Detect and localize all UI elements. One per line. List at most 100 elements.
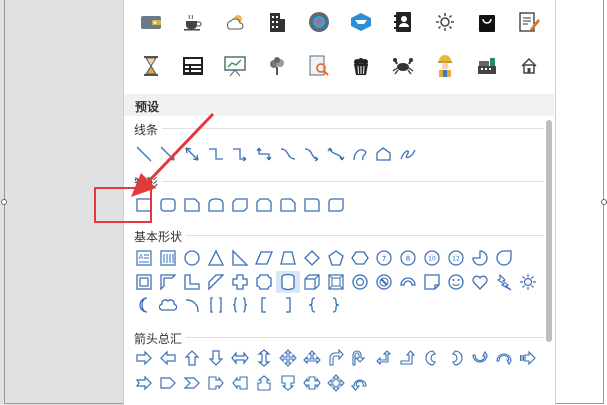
curved-double-arrow-connector-shape[interactable] — [324, 143, 348, 165]
donut-shape[interactable] — [348, 271, 372, 293]
u-turn-arrow-shape[interactable] — [348, 347, 372, 369]
coffee-cup-icon[interactable] — [172, 4, 214, 40]
sun-shape[interactable] — [516, 271, 540, 293]
curved-down-arrow-shape[interactable] — [492, 347, 516, 369]
bevel-shape[interactable] — [324, 271, 348, 293]
left-bracket-shape[interactable] — [252, 294, 276, 316]
left-up-arrow-shape[interactable] — [372, 347, 396, 369]
round-single-corner-rectangle-shape[interactable] — [300, 194, 324, 216]
double-brace-shape[interactable] — [228, 294, 252, 316]
rounded-rectangle-shape[interactable] — [156, 194, 180, 216]
snip-same-side-corner-rectangle-shape[interactable] — [252, 194, 276, 216]
popcorn-icon[interactable] — [340, 48, 382, 84]
up-down-arrow-shape[interactable] — [252, 347, 276, 369]
pentagon-shape[interactable] — [324, 247, 348, 269]
sale-sign-icon[interactable] — [172, 48, 214, 84]
isosceles-triangle-shape[interactable] — [204, 247, 228, 269]
curved-arrow-connector-shape[interactable] — [300, 143, 324, 165]
lightning-bolt-shape[interactable] — [492, 271, 516, 293]
oval-shape[interactable] — [180, 247, 204, 269]
diamond-shape[interactable] — [300, 247, 324, 269]
contact-card-icon[interactable] — [382, 4, 424, 40]
moon-shape[interactable] — [132, 294, 156, 316]
hourglass-icon[interactable] — [130, 48, 172, 84]
wallet-icon[interactable] — [130, 4, 172, 40]
striped-right-arrow-shape[interactable] — [516, 347, 540, 369]
elbow-double-arrow-connector-shape[interactable] — [252, 143, 276, 165]
down-arrow-callout-shape[interactable] — [276, 372, 300, 394]
heart-shape[interactable] — [468, 271, 492, 293]
left-arrow-shape[interactable] — [156, 347, 180, 369]
crab-icon[interactable] — [382, 48, 424, 84]
up-arrow-callout-shape[interactable] — [252, 372, 276, 394]
right-bracket-shape[interactable] — [276, 294, 300, 316]
sun-icon[interactable] — [424, 4, 466, 40]
office-building-icon[interactable] — [256, 4, 298, 40]
l-shape[interactable] — [180, 271, 204, 293]
shopping-bag-icon[interactable] — [466, 4, 508, 40]
house-icon[interactable] — [508, 48, 550, 84]
notched-right-arrow-shape[interactable] — [132, 372, 156, 394]
worker-icon[interactable] — [424, 48, 466, 84]
down-arrow-shape[interactable] — [204, 347, 228, 369]
bent-arrow-shape[interactable] — [324, 347, 348, 369]
up-arrow-shape[interactable] — [180, 347, 204, 369]
curved-connector-shape[interactable] — [276, 143, 300, 165]
plus-shape[interactable] — [228, 271, 252, 293]
right-brace-shape[interactable] — [324, 294, 348, 316]
teardrop-shape[interactable] — [492, 247, 516, 269]
tree-icon[interactable] — [256, 48, 298, 84]
line-double-arrow-shape[interactable] — [180, 143, 204, 165]
parallelogram-shape[interactable] — [252, 247, 276, 269]
gallery-scrollbar[interactable] — [546, 120, 552, 342]
edit-document-icon[interactable] — [508, 4, 550, 40]
presentation-chart-icon[interactable] — [214, 48, 256, 84]
dodecagon-shape[interactable]: 12 — [444, 247, 468, 269]
curved-up-arrow-shape[interactable] — [468, 347, 492, 369]
left-right-arrow-callout-shape[interactable] — [300, 372, 324, 394]
right-arrow-callout-shape[interactable] — [204, 372, 228, 394]
right-arrow-shape[interactable] — [132, 347, 156, 369]
trapezoid-shape[interactable] — [276, 247, 300, 269]
vertical-text-box-shape[interactable] — [156, 247, 180, 269]
round-top-rectangle-shape[interactable] — [204, 194, 228, 216]
round-diagonal-corner-rectangle-shape[interactable] — [324, 194, 348, 216]
vinyl-record-icon[interactable] — [298, 4, 340, 40]
pie-shape[interactable] — [468, 247, 492, 269]
double-bracket-shape[interactable] — [204, 294, 228, 316]
weather-icon[interactable] — [214, 4, 256, 40]
half-frame-shape[interactable] — [156, 271, 180, 293]
smiley-face-shape[interactable] — [444, 271, 468, 293]
resize-handle-left[interactable] — [1, 199, 7, 205]
elbow-connector-shape[interactable] — [204, 143, 228, 165]
cloud-shape[interactable] — [156, 294, 180, 316]
snip-single-corner-rectangle-shape[interactable] — [180, 194, 204, 216]
cube-shape[interactable] — [300, 271, 324, 293]
pentagon-arrow-shape[interactable] — [156, 372, 180, 394]
resize-handle-right[interactable] — [601, 199, 607, 205]
cube-badge-icon[interactable] — [340, 4, 382, 40]
heptagon-shape[interactable]: 7 — [372, 247, 396, 269]
curved-left-arrow-shape[interactable] — [444, 347, 468, 369]
plaque-shape[interactable] — [252, 271, 276, 293]
block-arc-shape[interactable] — [396, 271, 420, 293]
decagon-shape[interactable]: 10 — [420, 247, 444, 269]
folded-corner-shape[interactable] — [420, 271, 444, 293]
can-shape[interactable] — [276, 271, 300, 293]
quad-arrow-shape[interactable] — [276, 347, 300, 369]
octagon-shape[interactable]: 8 — [396, 247, 420, 269]
line-shape[interactable] — [132, 143, 156, 165]
right-triangle-shape[interactable] — [228, 247, 252, 269]
chevron-shape[interactable] — [180, 372, 204, 394]
curved-right-arrow-shape[interactable] — [420, 347, 444, 369]
frame-shape[interactable] — [132, 271, 156, 293]
left-brace-shape[interactable] — [300, 294, 324, 316]
text-box-shape[interactable]: A — [132, 247, 156, 269]
snip-round-rectangle-shape[interactable] — [276, 194, 300, 216]
quad-arrow-callout-shape[interactable] — [324, 372, 348, 394]
magnifier-document-icon[interactable] — [298, 48, 340, 84]
diagonal-stripe-shape[interactable] — [204, 271, 228, 293]
left-right-arrow-shape[interactable] — [228, 347, 252, 369]
scribble-shape[interactable] — [396, 143, 420, 165]
circular-arrow-shape[interactable] — [348, 372, 372, 394]
